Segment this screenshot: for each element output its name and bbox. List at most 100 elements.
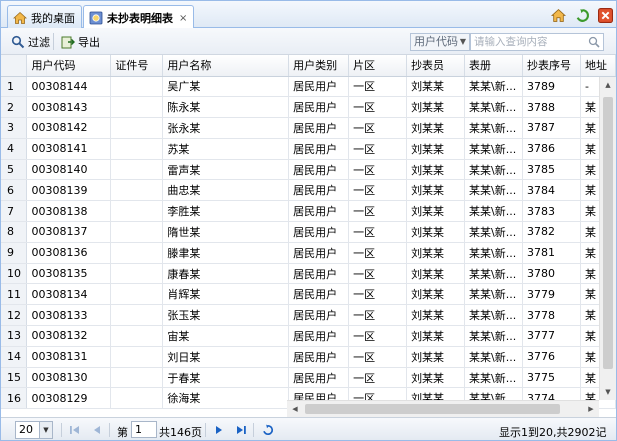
close-icon[interactable] [596, 6, 614, 24]
page-size-select[interactable]: 20 ▼ [15, 421, 53, 439]
meter-reader-cell: 刘某某 [406, 263, 465, 285]
table-row[interactable]: 1 00308144 吴广某 居民用户 一区 刘某某 某某\新... 3789- [1, 76, 616, 98]
scroll-up-icon[interactable]: ▲ [600, 77, 616, 93]
table-row[interactable]: 12 00308133 张玉某 居民用户 一区 刘某某 某某\新... 3778 某 [1, 304, 616, 327]
scroll-thumb[interactable] [305, 404, 560, 414]
home-icon [13, 11, 27, 24]
meter-book-cell: 某某\新... [464, 283, 523, 306]
meter-reader-cell: 刘某某 [406, 138, 465, 160]
meter-book-header[interactable]: 表册 [464, 55, 523, 77]
district-cell: 一区 [348, 96, 408, 119]
tab-unread-meter-detail[interactable]: 未抄表明细表 × [83, 5, 195, 30]
user-name-cell: 肖辉某 [162, 283, 290, 306]
district-cell: 一区 [348, 263, 408, 285]
main-panel: 过滤 导出 用户代码 ▼ 请输入查询内容 用户代码 证件号 用户名称 用户类别 片区 抄表… [0, 28, 617, 441]
search-input[interactable]: 请输入查询内容 [470, 33, 604, 51]
search-icon [11, 35, 25, 48]
scroll-thumb[interactable] [603, 97, 613, 369]
district-cell: 一区 [348, 138, 408, 160]
scroll-right-icon[interactable]: ▶ [583, 401, 599, 417]
toolbar-divider [53, 33, 54, 50]
user-type-cell: 居民用户 [288, 117, 350, 139]
row-number-header[interactable] [1, 55, 28, 77]
refresh-icon[interactable] [573, 6, 591, 24]
user-code-header[interactable]: 用户代码 [26, 55, 112, 77]
search-field-select[interactable]: 用户代码 ▼ [410, 33, 470, 51]
row-number: 8 [1, 221, 28, 243]
filter-button[interactable]: 过滤 [11, 32, 50, 51]
chevron-down-icon: ▼ [39, 422, 52, 438]
user-name-cell: 滕聿某 [162, 242, 290, 264]
id-number-cell [110, 242, 164, 264]
district-header[interactable]: 片区 [348, 55, 408, 77]
id-number-cell [110, 138, 164, 160]
meter-book-cell: 某某\新... [464, 138, 523, 160]
next-page-icon[interactable] [211, 422, 227, 438]
user-name-header[interactable]: 用户名称 [162, 55, 290, 77]
row-number: 13 [1, 325, 28, 347]
table-row[interactable]: 9 00308136 滕聿某 居民用户 一区 刘某某 某某\新... 3781 某 [1, 242, 616, 264]
table-row[interactable]: 2 00308143 陈永某 居民用户 一区 刘某某 某某\新... 3788 某 [1, 96, 616, 119]
export-button[interactable]: 导出 [61, 32, 100, 51]
table-row[interactable]: 3 00308142 张永某 居民用户 一区 刘某某 某某\新... 3787 某 [1, 117, 616, 139]
user-code-cell: 00308142 [26, 117, 112, 139]
table-row[interactable]: 11 00308134 肖辉某 居民用户 一区 刘某某 某某\新... 3779 某 [1, 283, 616, 306]
table-row[interactable]: 10 00308135 康春某 居民用户 一区 刘某某 某某\新... 3780 某 [1, 263, 616, 285]
address-header[interactable]: 地址 [580, 55, 616, 77]
user-code-cell: 00308129 [26, 387, 112, 410]
prev-page-icon[interactable] [89, 422, 105, 438]
id-number-header[interactable]: 证件号 [110, 55, 164, 77]
scroll-down-icon[interactable]: ▼ [600, 384, 616, 400]
id-number-cell [110, 283, 164, 306]
first-page-icon[interactable] [67, 422, 83, 438]
table-row[interactable]: 5 00308140 雷声某 居民用户 一区 刘某某 某某\新... 3785 某 [1, 159, 616, 181]
last-page-icon[interactable] [233, 422, 249, 438]
user-name-cell: 吴广某 [162, 76, 290, 98]
scroll-left-icon[interactable]: ◀ [287, 401, 303, 417]
tab-close-icon[interactable]: × [179, 13, 187, 24]
district-cell: 一区 [348, 242, 408, 264]
reading-seq-header[interactable]: 抄表序号 [522, 55, 581, 77]
user-code-cell: 00308143 [26, 96, 112, 119]
table-row[interactable]: 6 00308139 曲忠某 居民用户 一区 刘某某 某某\新... 3784 某 [1, 179, 616, 202]
meter-book-cell: 某某\新... [464, 96, 523, 119]
home-icon[interactable] [549, 6, 567, 24]
meter-book-cell: 某某\新... [464, 200, 523, 223]
user-code-cell: 00308134 [26, 283, 112, 306]
vertical-scrollbar[interactable]: ▲ ▼ [599, 77, 616, 400]
export-label: 导出 [78, 35, 100, 49]
id-number-cell [110, 263, 164, 285]
pager-divider [109, 423, 110, 437]
table-row[interactable]: 8 00308137 隋世某 居民用户 一区 刘某某 某某\新... 3782 某 [1, 221, 616, 243]
reading-seq-cell: 3782 [522, 221, 581, 243]
page-size-value: 20 [19, 423, 33, 436]
meter-book-cell: 某某\新... [464, 263, 523, 285]
data-grid: 用户代码 证件号 用户名称 用户类别 片区 抄表员 表册 抄表序号 地址 1 00308144 吴广… [1, 55, 616, 417]
user-type-header[interactable]: 用户类别 [288, 55, 350, 77]
district-cell: 一区 [348, 367, 408, 389]
toolbar: 过滤 导出 用户代码 ▼ 请输入查询内容 [1, 28, 616, 55]
district-cell: 一区 [348, 159, 408, 181]
table-row[interactable]: 15 00308130 于春某 居民用户 一区 刘某某 某某\新... 3775 某 [1, 367, 616, 389]
table-row[interactable]: 4 00308141 苏某 居民用户 一区 刘某某 某某\新... 3786 某 [1, 138, 616, 160]
id-number-cell [110, 200, 164, 223]
row-number: 12 [1, 304, 28, 327]
district-cell: 一区 [348, 76, 408, 98]
table-row[interactable]: 7 00308138 李胜某 居民用户 一区 刘某某 某某\新... 3783 某 [1, 200, 616, 223]
district-cell: 一区 [348, 346, 408, 368]
reading-seq-cell: 3783 [522, 200, 581, 223]
district-cell: 一区 [348, 283, 408, 306]
meter-reader-header[interactable]: 抄表员 [406, 55, 465, 77]
user-type-cell: 居民用户 [288, 76, 350, 98]
record-summary: 显示1到20,共2902记录 [499, 426, 607, 439]
chevron-down-icon: ▼ [459, 37, 466, 46]
refresh-icon[interactable] [260, 422, 276, 438]
horizontal-scrollbar[interactable]: ◀ ▶ [287, 400, 599, 417]
row-number: 1 [1, 76, 28, 98]
table-row[interactable]: 13 00308132 宙某 居民用户 一区 刘某某 某某\新... 3777 某 [1, 325, 616, 347]
table-body: 1 00308144 吴广某 居民用户 一区 刘某某 某某\新... 3789-2 003081… [1, 76, 616, 410]
page-number-input[interactable]: 1 [131, 421, 157, 438]
search-icon[interactable] [588, 36, 600, 48]
tab-my-desktop[interactable]: 我的桌面 [7, 5, 82, 29]
table-row[interactable]: 14 00308131 刘日某 居民用户 一区 刘某某 某某\新... 3776 某 [1, 346, 616, 368]
